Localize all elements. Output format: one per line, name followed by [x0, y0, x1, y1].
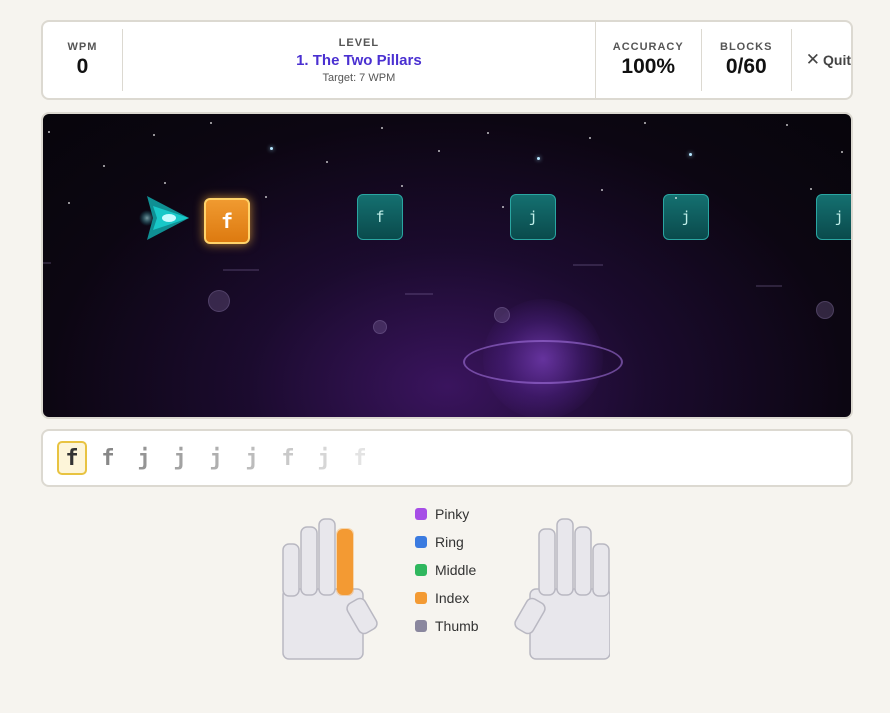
active-letter-block: f [204, 198, 250, 244]
spaceship-icon [139, 196, 189, 240]
floating-orb [494, 307, 510, 323]
legend-label: Pinky [435, 506, 470, 522]
floating-orb [816, 301, 834, 319]
star [210, 122, 212, 124]
speed-streak [756, 285, 782, 287]
legend-item-middle: Middle [415, 556, 479, 584]
wpm-value: 0 [76, 55, 89, 78]
sequence-letter: j [137, 445, 151, 471]
speed-streak [573, 264, 603, 266]
star [265, 196, 267, 198]
sequence-letter: j [173, 445, 187, 471]
floating-orb [373, 320, 387, 334]
letter-block: j [816, 194, 851, 240]
right-hand-icon [514, 518, 610, 660]
wpm-label: WPM [67, 41, 98, 53]
sequence-letter: j [317, 445, 331, 471]
sequence-letter: j [245, 445, 259, 471]
star [601, 189, 603, 191]
legend-label: Ring [435, 534, 464, 550]
star [644, 122, 646, 124]
sequence-letter: f [353, 445, 367, 471]
accuracy-stat: ACCURACY 100% [596, 29, 702, 91]
quit-label: Quit [823, 52, 851, 68]
level-name: 1. The Two Pillars [296, 51, 422, 69]
legend-label: Middle [435, 562, 477, 578]
legend-swatch [415, 592, 427, 604]
speed-streak [43, 262, 51, 264]
star [68, 202, 70, 204]
speed-streak [223, 269, 259, 271]
legend-item-pinky: Pinky [415, 500, 479, 528]
star [537, 157, 540, 160]
star [689, 153, 692, 156]
star [164, 182, 166, 184]
letter-sequence: ffjjjjfjf [41, 429, 853, 487]
legend-label: Index [435, 590, 470, 606]
legend-swatch [415, 536, 427, 548]
letter-block: j [510, 194, 556, 240]
star [786, 124, 788, 126]
legend-label: Thumb [435, 618, 479, 634]
blocks-stat: BLOCKS 0/60 [702, 29, 792, 91]
legend-item-thumb: Thumb [415, 612, 479, 640]
star [841, 151, 843, 153]
letter-block: j [663, 194, 709, 240]
level-label: LEVEL [338, 36, 380, 49]
floating-orb [208, 290, 230, 312]
legend-swatch [415, 620, 427, 632]
finger-legend: Pinky Ring Middle Index Thumb [415, 500, 479, 640]
star [381, 127, 383, 129]
star [438, 150, 440, 152]
level-target: Target: 7 WPM [322, 71, 396, 84]
blocks-label: BLOCKS [720, 41, 773, 53]
game-hud: WPM 0 LEVEL 1. The Two Pillars Target: 7… [41, 20, 853, 100]
wpm-stat: WPM 0 [43, 29, 123, 91]
speed-streak [405, 293, 433, 295]
sequence-letter: f [281, 445, 295, 471]
star [48, 131, 50, 133]
legend-item-index: Index [415, 584, 479, 612]
close-icon: ✕ [805, 50, 820, 69]
accuracy-label: ACCURACY [612, 41, 684, 53]
legend-swatch [415, 508, 427, 520]
star [153, 134, 155, 136]
star [487, 132, 489, 134]
level-info: LEVEL 1. The Two Pillars Target: 7 WPM [123, 21, 596, 99]
star [270, 147, 273, 150]
star [675, 197, 677, 199]
legend-item-ring: Ring [415, 528, 479, 556]
sequence-letter: f [101, 445, 115, 471]
quit-button[interactable]: ✕ Quit [806, 50, 851, 70]
accuracy-value: 100% [621, 55, 676, 78]
star [502, 206, 504, 208]
star [810, 188, 812, 190]
letter-block: f [357, 194, 403, 240]
current-letter: f [57, 441, 87, 475]
game-canvas: ffjjj [41, 112, 853, 419]
legend-swatch [415, 564, 427, 576]
left-hand-icon [282, 518, 378, 660]
blocks-value: 0/60 [725, 55, 767, 78]
star [589, 137, 591, 139]
star [401, 185, 403, 187]
sequence-letter: j [209, 445, 223, 471]
star [103, 165, 105, 167]
star [326, 161, 328, 163]
portal-ring [463, 340, 623, 384]
